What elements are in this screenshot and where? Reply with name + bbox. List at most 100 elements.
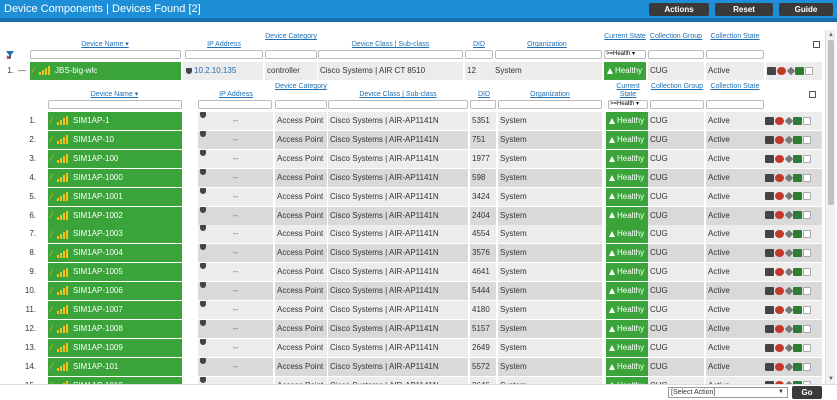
monitor-icon[interactable]	[793, 135, 802, 144]
device-name[interactable]: SIM1AP-1002	[73, 211, 123, 220]
toolbox-icon[interactable]	[765, 154, 774, 163]
device-name-cell[interactable]: ⁄ SIM1AP-1004	[48, 244, 182, 263]
parent-device-row[interactable]: 1. — ⁄ JBS-big-wlc 10.2.10.135 controller…	[0, 62, 822, 80]
col-collection-state[interactable]: Collection State	[706, 33, 764, 41]
lifering-icon[interactable]	[775, 211, 784, 220]
sub-device-name-filter[interactable]	[48, 100, 182, 109]
lifering-icon[interactable]	[775, 324, 784, 333]
reset-button[interactable]: Reset	[715, 2, 773, 16]
current-state-filter[interactable]: >=Health ▾	[604, 50, 646, 59]
monitor-icon[interactable]	[793, 324, 802, 333]
sub-select-all-icon[interactable]	[809, 91, 816, 98]
table-row[interactable]: 14. ⁄ SIM1AP-101 -- Access Point Cisco System…	[0, 357, 822, 376]
device-name-filter[interactable]	[30, 50, 181, 59]
tag-icon[interactable]	[784, 230, 794, 239]
device-name[interactable]: SIM1AP-1001	[73, 192, 123, 201]
table-row[interactable]: 5. ⁄ SIM1AP-1001 -- Access Point Cisco System…	[0, 187, 822, 206]
monitor-icon[interactable]	[793, 268, 802, 277]
toolbox-icon[interactable]	[765, 305, 774, 314]
table-row[interactable]: 9. ⁄ SIM1AP-1005 -- Access Point Cisco System…	[0, 263, 822, 282]
select-all-icon[interactable]	[813, 41, 820, 48]
device-name[interactable]: SIM1AP-1003	[73, 229, 123, 238]
col-did[interactable]: DID	[465, 41, 493, 49]
lifering-icon[interactable]	[775, 343, 784, 352]
table-row[interactable]: 6. ⁄ SIM1AP-1002 -- Access Point Cisco System…	[0, 206, 822, 225]
scroll-thumb[interactable]	[828, 40, 834, 205]
toolbox-icon[interactable]	[765, 249, 774, 258]
device-name[interactable]: SIM1AP-100	[73, 154, 118, 163]
filter-icon[interactable]	[6, 51, 14, 59]
vertical-scrollbar[interactable]: ▲ ▼	[825, 30, 835, 384]
table-row[interactable]: 13. ⁄ SIM1AP-1009 -- Access Point Cisco Syste…	[0, 338, 822, 357]
device-name-cell[interactable]: ⁄ JBS-big-wlc	[30, 62, 181, 80]
sub-col-current-state[interactable]: Current State	[608, 83, 648, 99]
monitor-icon[interactable]	[793, 305, 802, 314]
toolbox-icon[interactable]	[765, 230, 774, 239]
device-name[interactable]: SIM1AP-1006	[73, 286, 123, 295]
collection-group-filter[interactable]	[648, 50, 704, 59]
device-name[interactable]: SIM1AP-1000	[73, 173, 123, 182]
lifering-icon[interactable]	[775, 286, 784, 295]
monitor-icon[interactable]	[793, 362, 802, 371]
collapse-toggle[interactable]: —	[18, 62, 28, 80]
go-button[interactable]: Go	[792, 386, 822, 399]
tag-icon[interactable]	[784, 248, 794, 258]
ip-address-filter[interactable]	[185, 50, 263, 59]
device-name-cell[interactable]: ⁄ SIM1AP-1006	[48, 282, 182, 301]
tag-icon[interactable]	[784, 362, 794, 371]
tag-icon[interactable]	[784, 192, 794, 201]
sub-col-ip-address[interactable]: IP Address	[200, 91, 272, 99]
sub-ip-address-filter[interactable]	[198, 100, 272, 109]
device-name-cell[interactable]: ⁄ SIM1AP-1000	[48, 168, 182, 187]
device-name[interactable]: SIM1AP-1009	[73, 343, 123, 352]
lifering-icon[interactable]	[775, 249, 784, 258]
sub-col-organization[interactable]: Organization	[498, 91, 602, 99]
toolbox-icon[interactable]	[765, 173, 774, 182]
guide-button[interactable]: Guide	[779, 2, 833, 16]
row-checkbox[interactable]	[803, 135, 811, 144]
device-name-cell[interactable]: ⁄ SIM1AP-1	[48, 112, 182, 130]
sub-col-device-name[interactable]: Device Name ▾	[48, 91, 181, 99]
monitor-icon[interactable]	[795, 66, 804, 75]
row-checkbox[interactable]	[803, 305, 811, 314]
col-organization[interactable]: Organization	[493, 41, 601, 49]
toolbox-icon[interactable]	[765, 192, 774, 201]
toolbox-icon[interactable]	[765, 268, 774, 277]
table-row[interactable]: 12. ⁄ SIM1AP-1008 -- Access Point Cisco Syste…	[0, 319, 822, 338]
did-filter[interactable]	[465, 50, 493, 59]
table-row[interactable]: 10. ⁄ SIM1AP-1006 -- Access Point Cisco Syste…	[0, 282, 822, 301]
device-name-cell[interactable]: ⁄ SIM1AP-10	[48, 130, 182, 149]
table-row[interactable]: 2. ⁄ SIM1AP-10 -- Access Point Cisco Systems …	[0, 130, 822, 149]
device-name-cell[interactable]: ⁄ SIM1AP-1008	[48, 319, 182, 338]
row-checkbox[interactable]	[803, 154, 811, 163]
device-name[interactable]: SIM1AP-1007	[73, 305, 123, 314]
device-name-cell[interactable]: ⁄ SIM1AP-100	[48, 149, 182, 168]
table-row[interactable]: 4. ⁄ SIM1AP-1000 -- Access Point Cisco System…	[0, 168, 822, 187]
row-checkbox[interactable]	[803, 343, 811, 352]
device-name[interactable]: SIM1AP-101	[73, 362, 118, 371]
lifering-icon[interactable]	[775, 173, 784, 182]
table-row[interactable]: 8. ⁄ SIM1AP-1004 -- Access Point Cisco System…	[0, 244, 822, 263]
device-category-filter[interactable]	[265, 50, 317, 59]
row-checkbox[interactable]	[803, 249, 811, 258]
table-row[interactable]: 11. ⁄ SIM1AP-1007 -- Access Point Cisco Syste…	[0, 301, 822, 319]
device-name[interactable]: JBS-big-wlc	[55, 66, 97, 75]
device-name-cell[interactable]: ⁄ SIM1AP-1009	[48, 338, 182, 357]
row-checkbox[interactable]	[803, 230, 811, 239]
row-checkbox[interactable]	[803, 116, 811, 125]
sub-device-category-filter[interactable]	[275, 100, 327, 109]
device-name-cell[interactable]: ⁄ SIM1AP-1003	[48, 225, 182, 244]
device-name-cell[interactable]: ⁄ SIM1AP-101	[48, 357, 182, 376]
sub-col-device-class[interactable]: Device Class | Sub-class	[328, 91, 468, 99]
lifering-icon[interactable]	[775, 268, 784, 277]
row-checkbox[interactable]	[803, 173, 811, 182]
sub-organization-filter[interactable]	[498, 100, 602, 109]
monitor-icon[interactable]	[793, 116, 802, 125]
sub-collection-group-filter[interactable]	[650, 100, 704, 109]
table-row[interactable]: 7. ⁄ SIM1AP-1003 -- Access Point Cisco System…	[0, 225, 822, 244]
toolbox-icon[interactable]	[765, 135, 774, 144]
tag-icon[interactable]	[784, 324, 794, 334]
organization-filter[interactable]	[495, 50, 602, 59]
lifering-icon[interactable]	[775, 362, 784, 371]
lifering-icon[interactable]	[777, 66, 786, 75]
